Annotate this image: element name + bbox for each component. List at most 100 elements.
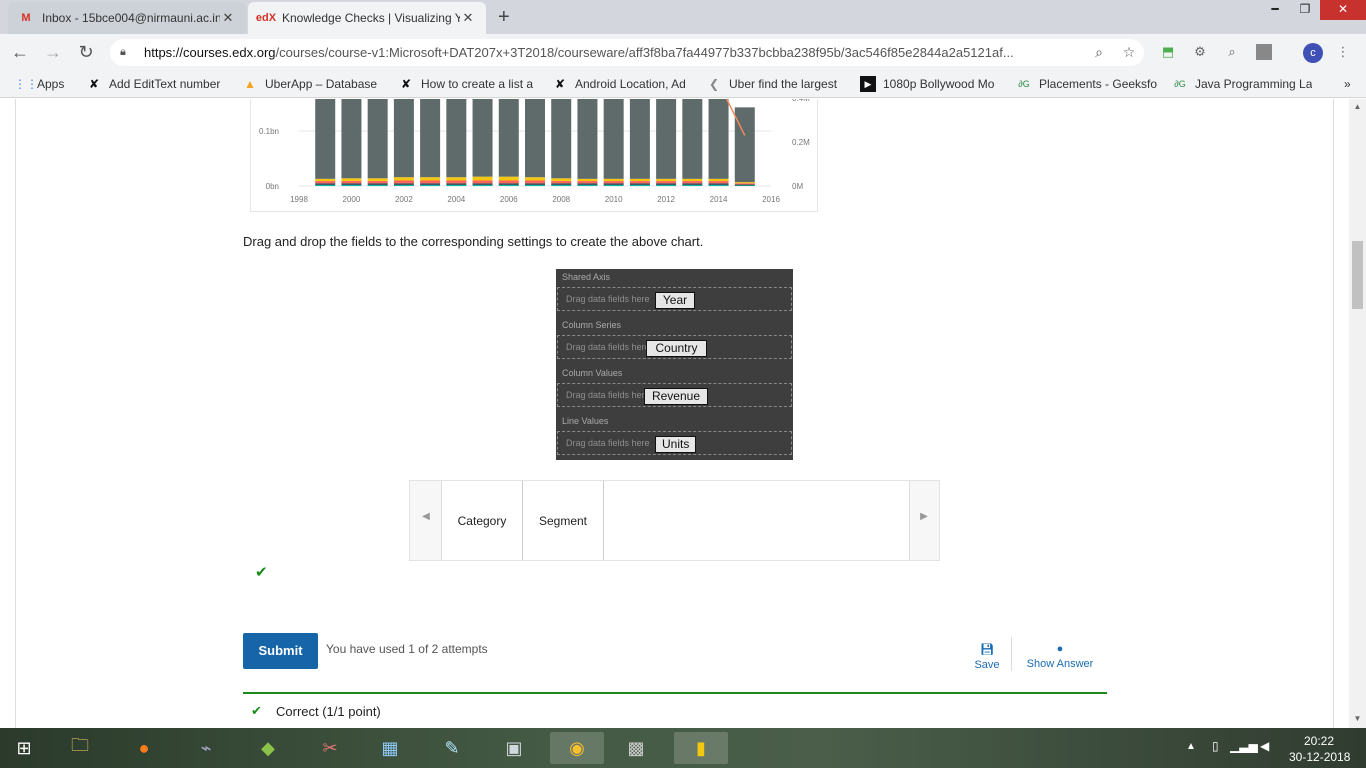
notepad-icon[interactable]: ✎ — [432, 732, 472, 764]
draggable-chip-revenue[interactable]: Revenue — [644, 388, 708, 405]
x-axis-tick-label: 2002 — [395, 195, 413, 204]
chart-bar-segment — [734, 107, 755, 183]
page-content: 0bn 0.1bn 0M 0.2M 0.4M 1998 2000 2002 2004 2006 20… — [0, 99, 1366, 729]
draggable-chip-country[interactable]: Country — [646, 340, 707, 357]
back-arrow-icon[interactable]: ← — [9, 41, 31, 63]
firebase-icon: ▲ — [244, 76, 256, 91]
reload-icon[interactable]: ↻ — [75, 41, 97, 63]
new-tab-button[interactable]: + — [498, 6, 510, 29]
chart-bar-segment — [656, 99, 677, 179]
correct-check-icon: ✔ — [255, 564, 268, 581]
submit-button[interactable]: Submit — [243, 633, 318, 669]
bookmark-item[interactable]: ▶ 1080p Bollywood Mo — [860, 75, 1002, 92]
control-panel-icon[interactable]: ▣ — [494, 732, 534, 764]
bookmark-apps[interactable]: ⋮⋮ Apps — [14, 76, 72, 92]
chart-bar-segment — [577, 183, 598, 185]
app-grid-icon[interactable]: ▩ — [616, 732, 656, 764]
attempts-text: You have used 1 of 2 attempts — [326, 642, 488, 656]
calculator-icon[interactable]: ▦ — [370, 732, 410, 764]
bookmark-item[interactable]: ✘ How to create a list a — [398, 76, 538, 92]
forward-arrow-icon[interactable]: → — [42, 41, 64, 63]
clock-time[interactable]: 20:22 — [1304, 734, 1334, 748]
drop-target-line-values[interactable]: Drag data fields here Units — [557, 431, 792, 455]
chart-bar-segment — [498, 99, 519, 177]
chart-bar-segment — [315, 184, 336, 186]
tab-inbox[interactable]: M Inbox - 15bce004@nirmauni.ac.in ✕ — [8, 2, 246, 34]
chart-bar-segment — [420, 180, 441, 184]
chart-bar-segment — [367, 181, 388, 184]
bookmark-item[interactable]: ▲ UberApp – Database — [242, 76, 384, 92]
tab-title: Knowledge Checks | Visualizing Y — [282, 11, 460, 25]
restore-icon[interactable]: ❐ — [1290, 0, 1320, 20]
bookmark-item[interactable]: ✘ Android Location, Ad — [552, 76, 692, 92]
bookmarks-bar: ⋮⋮ Apps ✘ Add EditText number ▲ UberApp … — [0, 70, 1366, 98]
task-manager-icon[interactable]: ⌁ — [186, 732, 226, 764]
draggable-item-category[interactable]: Category — [442, 481, 523, 560]
extension-search-icon[interactable]: ⌕ — [1224, 44, 1240, 60]
draggable-chip-year[interactable]: Year — [655, 292, 695, 309]
star-icon[interactable]: ☆ — [1114, 44, 1144, 61]
chart-bar-segment — [498, 180, 519, 184]
minimize-icon[interactable]: ━ — [1260, 0, 1290, 20]
show-answer-button[interactable]: ● Show Answer — [1020, 643, 1100, 670]
chart-bar-segment — [708, 99, 729, 179]
firefox-icon[interactable]: ● — [124, 732, 164, 764]
content-border-right — [1333, 99, 1334, 729]
drop-target-shared-axis[interactable]: Drag data fields here Year — [557, 287, 792, 311]
scroll-down-arrow-icon[interactable]: ▼ — [1349, 714, 1366, 726]
gfg-icon: ∂G — [1018, 78, 1030, 89]
chart-bar-segment — [682, 183, 703, 185]
bookmark-item[interactable]: ∂G Java Programming La — [1172, 76, 1314, 92]
bookmark-item[interactable]: ✘ Add EditText number — [86, 76, 228, 92]
bookmark-item[interactable]: ∂G Placements - Geeksfo — [1016, 76, 1158, 92]
windows-start-icon[interactable]: ⊞ — [4, 732, 44, 764]
chart-bar-segment — [551, 183, 572, 185]
clock-date[interactable]: 30-12-2018 — [1289, 750, 1350, 764]
profile-avatar[interactable]: c — [1303, 43, 1323, 63]
address-bar[interactable]: 🔒︎ https://courses.edx.org/courses/cours… — [110, 39, 1144, 66]
tray-prev-arrow-icon[interactable]: ◀ — [419, 511, 433, 522]
extension-box-icon[interactable]: ▪ — [1256, 44, 1272, 60]
close-icon[interactable]: ✕ — [460, 10, 476, 26]
zoom-icon[interactable]: ⌕ — [1084, 44, 1114, 61]
apps-grid-icon: ⋮⋮ — [14, 76, 38, 91]
chart-bar-segment — [603, 178, 624, 182]
windows-taskbar: ⊞ 🗀︎ ● ⌁ ◆ ✂ ▦ ✎ ▣ ◉ ▩ ▮ ▲ ▯ ▁▃▅ ◀ 20:22… — [0, 728, 1366, 768]
scrollbar-thumb[interactable] — [1352, 241, 1363, 309]
chart-bar-segment — [446, 180, 467, 184]
battery-icon[interactable]: ▯ — [1212, 739, 1219, 753]
window-close-icon[interactable]: ✕ — [1320, 0, 1366, 20]
drop-target-column-series[interactable]: Drag data fields here Country — [557, 335, 792, 359]
save-button[interactable]: 💾︎ Save — [970, 643, 1004, 671]
tab-knowledge-checks[interactable]: edX Knowledge Checks | Visualizing Y ✕ — [248, 2, 486, 34]
chart-bar-segment — [393, 99, 414, 178]
snipping-tool-icon[interactable]: ✂ — [310, 732, 350, 764]
lock-icon: 🔒︎ — [120, 46, 126, 58]
chart-bar-segment — [315, 99, 336, 179]
bookmark-item[interactable]: ❮ Uber find the largest — [706, 76, 846, 92]
menu-dots-icon[interactable]: ⋮ — [1335, 44, 1351, 60]
tray-overflow-icon[interactable]: ▲ — [1186, 741, 1196, 752]
file-explorer-icon[interactable]: 🗀︎ — [60, 732, 100, 764]
sticky-notes-icon[interactable]: ◆ — [248, 732, 288, 764]
draggable-chip-units[interactable]: Units — [655, 436, 696, 453]
well-label-column-series: Column Series — [562, 320, 622, 330]
result-message: Correct (1/1 point) — [276, 704, 381, 719]
x-axis-tick-label: 2010 — [605, 195, 623, 204]
chart-bar-segment — [446, 183, 467, 185]
page-scrollbar[interactable] — [1349, 99, 1366, 729]
extension-bike-icon[interactable]: ⚙ — [1192, 44, 1208, 60]
scroll-up-arrow-icon[interactable]: ▲ — [1349, 102, 1366, 114]
draggable-item-segment[interactable]: Segment — [523, 481, 604, 560]
drop-target-column-values[interactable]: Drag data fields here Revenue — [557, 383, 792, 407]
chrome-icon[interactable]: ◉ — [550, 732, 604, 764]
chart-bar-segment — [603, 99, 624, 179]
tray-next-arrow-icon[interactable]: ▶ — [917, 511, 931, 522]
volume-icon[interactable]: ◀ — [1260, 739, 1269, 753]
power-bi-icon[interactable]: ▮ — [674, 732, 728, 764]
url-text: https://courses.edx.org/courses/course-v… — [144, 45, 1014, 60]
bookmarks-overflow-button[interactable]: » — [1344, 77, 1351, 91]
extension-inbox-icon[interactable]: ⬒ — [1160, 44, 1176, 60]
signal-icon[interactable]: ▁▃▅ — [1230, 739, 1258, 753]
close-icon[interactable]: ✕ — [220, 10, 236, 26]
